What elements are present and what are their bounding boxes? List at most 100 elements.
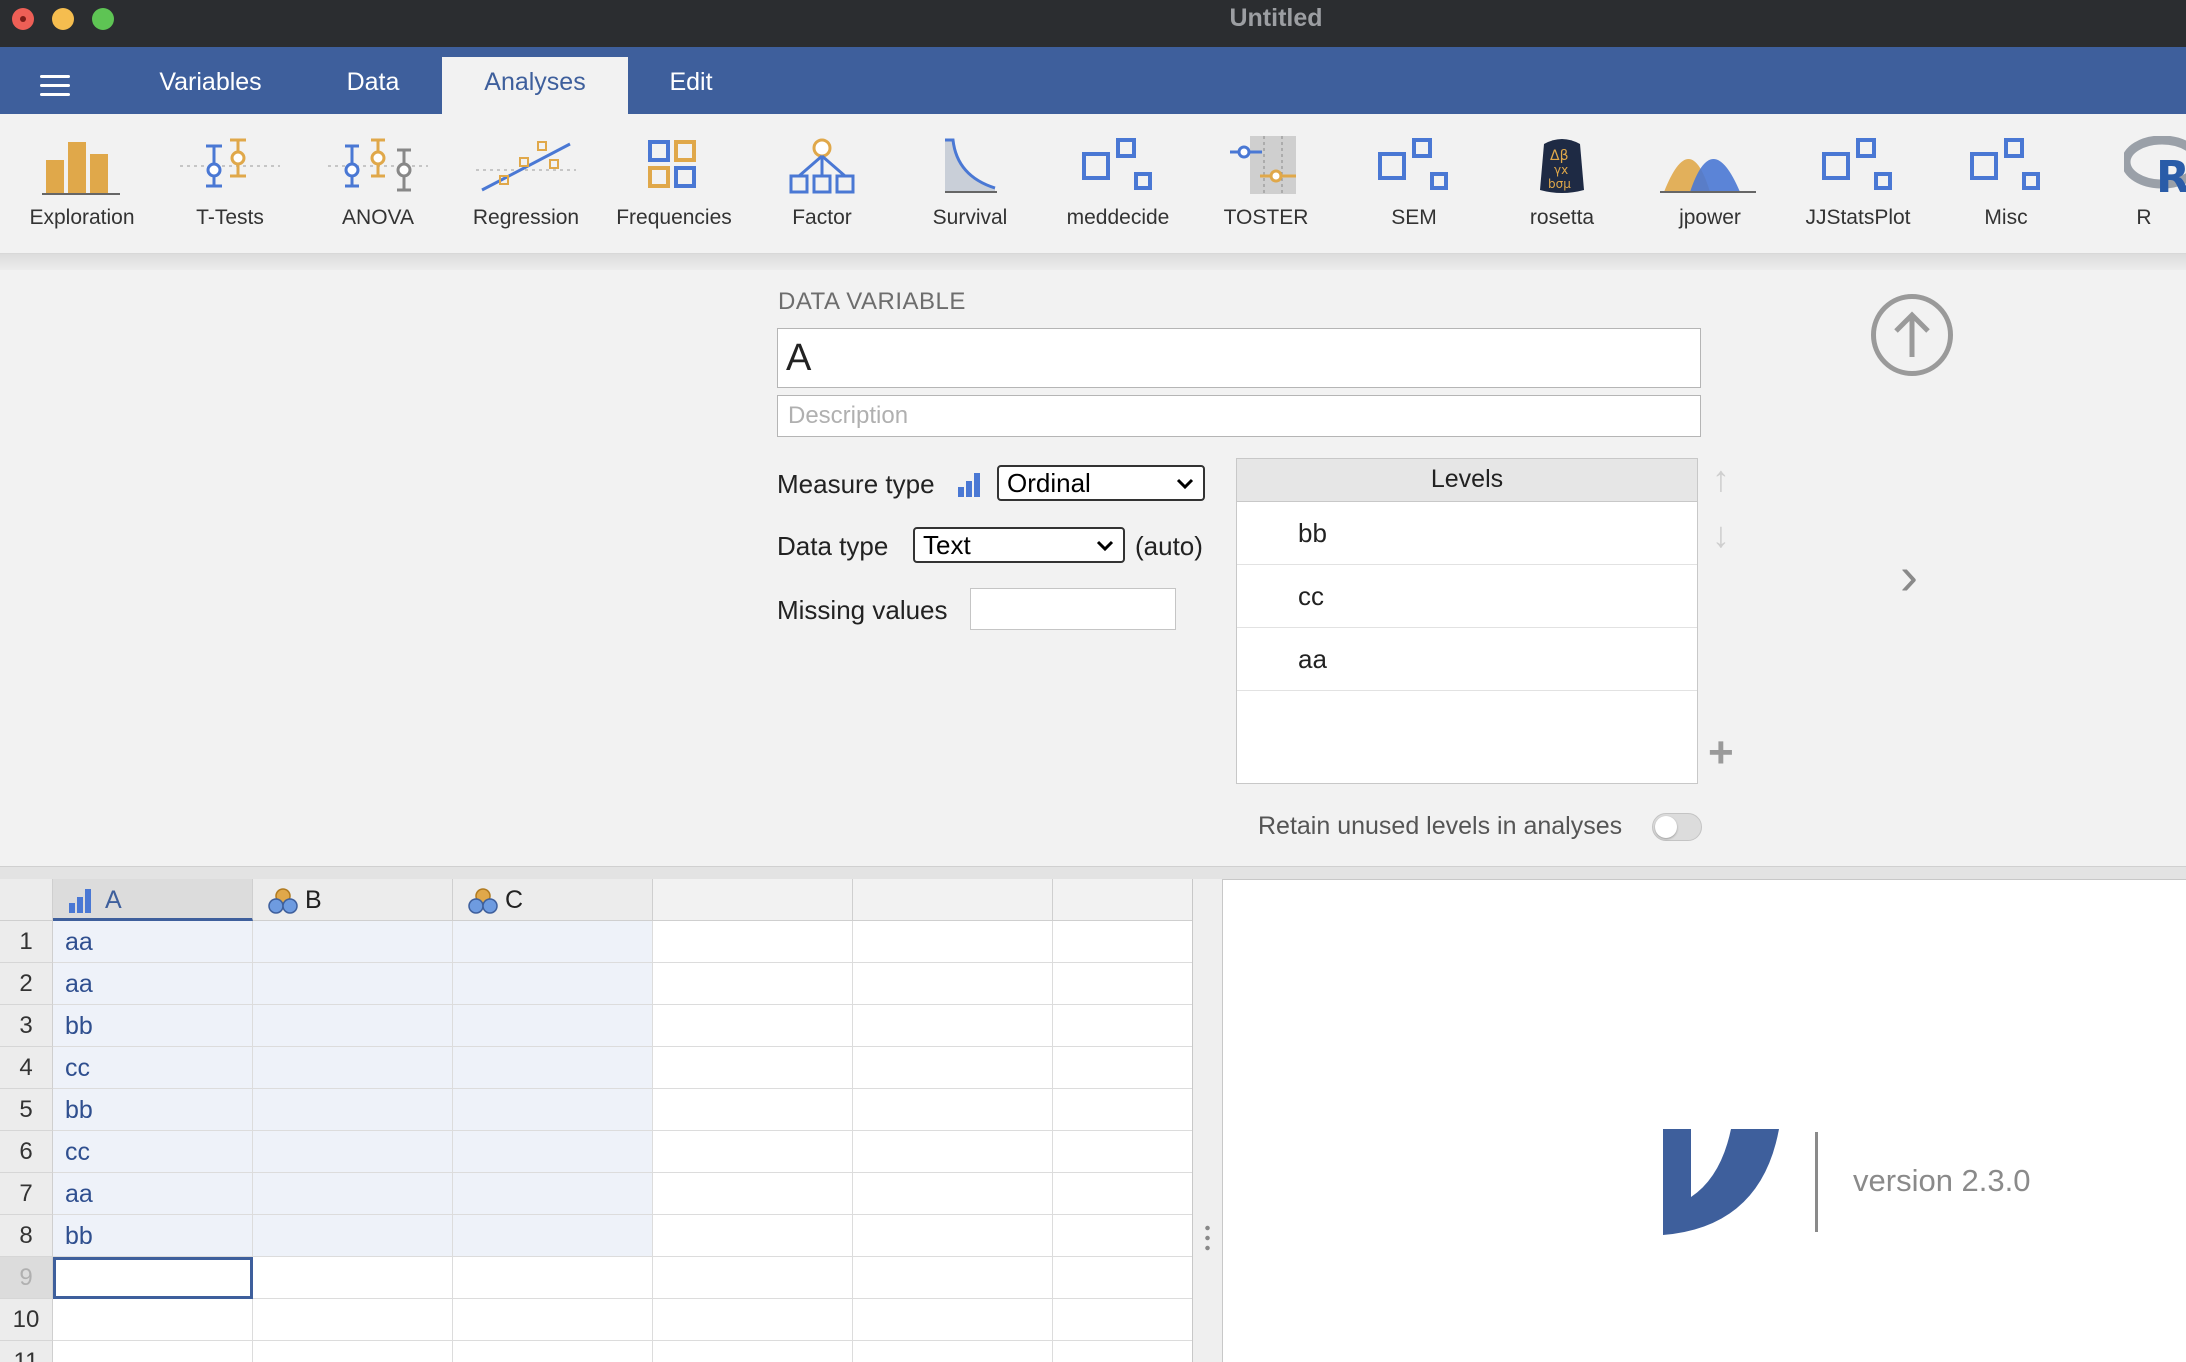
table-cell[interactable]: [453, 1131, 653, 1173]
level-item[interactable]: bb: [1237, 502, 1697, 565]
table-cell[interactable]: [853, 1131, 1053, 1173]
table-cell[interactable]: [1053, 1047, 1192, 1089]
measure-type-select[interactable]: Ordinal: [997, 465, 1205, 501]
table-cell[interactable]: [453, 921, 653, 963]
table-cell[interactable]: [253, 1341, 453, 1362]
collapse-editor-button[interactable]: [1871, 294, 1953, 376]
empty-column-header[interactable]: [653, 879, 853, 921]
table-cell[interactable]: [253, 1215, 453, 1257]
table-cell[interactable]: [653, 963, 853, 1005]
ribbon-r-button[interactable]: R R: [2084, 136, 2186, 246]
tab-variables[interactable]: Variables: [122, 57, 299, 114]
table-cell[interactable]: aa: [53, 921, 253, 963]
table-cell[interactable]: bb: [53, 1005, 253, 1047]
table-cell[interactable]: [253, 1299, 453, 1341]
ribbon-rosetta-button[interactable]: Δβ γx bσμ rosetta: [1492, 136, 1632, 246]
hamburger-menu-icon[interactable]: [40, 75, 70, 97]
ribbon-frequencies-button[interactable]: Frequencies: [604, 136, 744, 246]
row-number[interactable]: 2: [0, 963, 53, 1005]
row-number[interactable]: 3: [0, 1005, 53, 1047]
tab-data[interactable]: Data: [319, 57, 427, 114]
next-variable-chevron-icon[interactable]: ›: [1900, 545, 1918, 607]
table-cell[interactable]: [853, 1047, 1053, 1089]
ribbon-survival-button[interactable]: Survival: [900, 136, 1040, 246]
table-cell[interactable]: [853, 1257, 1053, 1299]
table-cell[interactable]: [653, 921, 853, 963]
ribbon-jjstatsplot-button[interactable]: JJStatsPlot: [1788, 136, 1928, 246]
row-number[interactable]: 7: [0, 1173, 53, 1215]
corner-header[interactable]: [0, 879, 53, 921]
table-cell[interactable]: [453, 1341, 653, 1362]
table-cell[interactable]: [653, 1215, 853, 1257]
add-level-icon[interactable]: +: [1708, 728, 1734, 778]
retain-unused-levels-toggle[interactable]: [1652, 813, 1702, 841]
table-cell[interactable]: [1053, 1215, 1192, 1257]
ribbon-factor-button[interactable]: Factor: [752, 136, 892, 246]
ribbon-misc-button[interactable]: Misc: [1936, 136, 2076, 246]
row-number[interactable]: 1: [0, 921, 53, 963]
table-cell[interactable]: [253, 921, 453, 963]
table-cell[interactable]: [453, 1299, 653, 1341]
table-cell[interactable]: cc: [53, 1131, 253, 1173]
table-cell[interactable]: [853, 1005, 1053, 1047]
move-level-up-icon[interactable]: ↑: [1712, 458, 1730, 500]
table-cell[interactable]: [653, 1005, 853, 1047]
table-cell[interactable]: [853, 1173, 1053, 1215]
table-cell[interactable]: aa: [53, 1173, 253, 1215]
table-cell[interactable]: [53, 1299, 253, 1341]
tab-analyses[interactable]: Analyses: [442, 57, 628, 114]
table-cell[interactable]: [453, 1173, 653, 1215]
table-cell[interactable]: [653, 1131, 853, 1173]
table-cell[interactable]: [1053, 1131, 1192, 1173]
empty-column-header[interactable]: [853, 879, 1053, 921]
tab-edit[interactable]: Edit: [640, 57, 742, 114]
missing-values-input[interactable]: [970, 588, 1176, 630]
level-item[interactable]: cc: [1237, 565, 1697, 628]
move-level-down-icon[interactable]: ↓: [1712, 514, 1730, 556]
row-number[interactable]: 4: [0, 1047, 53, 1089]
table-cell[interactable]: [1053, 1005, 1192, 1047]
table-cell[interactable]: [253, 1257, 453, 1299]
table-cell[interactable]: [253, 1005, 453, 1047]
ribbon-jpower-button[interactable]: jpower: [1640, 136, 1780, 246]
table-cell[interactable]: [253, 1173, 453, 1215]
table-cell[interactable]: [653, 1089, 853, 1131]
ribbon-toster-button[interactable]: TOSTER: [1196, 136, 1336, 246]
variable-name-input[interactable]: A: [777, 328, 1701, 388]
table-cell[interactable]: [1053, 921, 1192, 963]
table-cell[interactable]: aa: [53, 963, 253, 1005]
table-cell[interactable]: [453, 1089, 653, 1131]
table-cell[interactable]: [853, 1299, 1053, 1341]
table-cell[interactable]: [653, 1299, 853, 1341]
table-cell[interactable]: [253, 963, 453, 1005]
table-cell[interactable]: [853, 963, 1053, 1005]
column-header-c[interactable]: C: [453, 879, 653, 921]
table-cell[interactable]: [853, 921, 1053, 963]
table-cell[interactable]: cc: [53, 1047, 253, 1089]
ribbon-exploration-button[interactable]: Exploration: [12, 136, 152, 246]
ribbon-sem-button[interactable]: SEM: [1344, 136, 1484, 246]
ribbon-anova-button[interactable]: ANOVA: [308, 136, 448, 246]
table-cell[interactable]: [453, 1215, 653, 1257]
table-cell[interactable]: [853, 1215, 1053, 1257]
row-number[interactable]: 9: [0, 1257, 53, 1299]
table-cell[interactable]: [853, 1341, 1053, 1362]
column-header-a[interactable]: A: [53, 879, 253, 921]
ribbon-ttests-button[interactable]: T-Tests: [160, 136, 300, 246]
row-number[interactable]: 11: [0, 1341, 53, 1362]
table-cell[interactable]: [1053, 1341, 1192, 1362]
table-cell[interactable]: [253, 1131, 453, 1173]
table-cell[interactable]: [253, 1089, 453, 1131]
ribbon-meddecide-button[interactable]: meddecide: [1048, 136, 1188, 246]
level-item[interactable]: aa: [1237, 628, 1697, 691]
table-cell[interactable]: [853, 1089, 1053, 1131]
variable-description-input[interactable]: Description: [777, 395, 1701, 437]
column-header-b[interactable]: B: [253, 879, 453, 921]
table-cell[interactable]: [1053, 1173, 1192, 1215]
table-cell[interactable]: [1053, 1257, 1192, 1299]
table-cell[interactable]: bb: [53, 1215, 253, 1257]
table-cell[interactable]: [1053, 1299, 1192, 1341]
panel-divider[interactable]: [0, 866, 2186, 880]
row-number[interactable]: 8: [0, 1215, 53, 1257]
table-cell[interactable]: bb: [53, 1089, 253, 1131]
